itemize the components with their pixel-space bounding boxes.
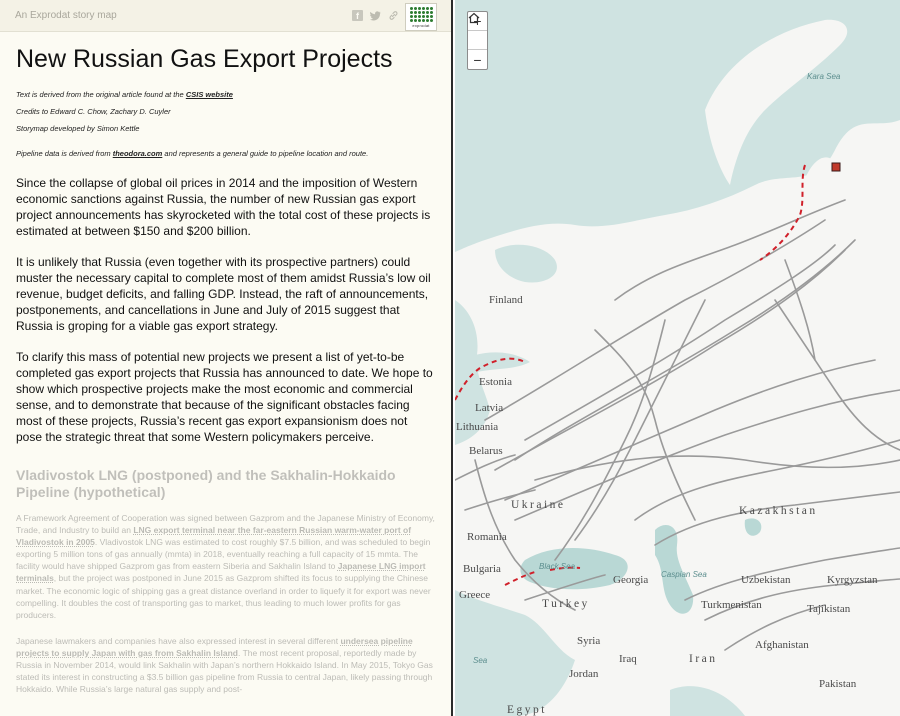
facebook-icon[interactable]: f <box>352 10 363 21</box>
exprodat-logo[interactable]: exprodat <box>405 3 437 31</box>
csis-link[interactable]: CSIS website <box>186 90 233 99</box>
map-view[interactable]: + − Kara Sea Finland Estonia Latvia Lith… <box>455 0 900 716</box>
label-georgia: Georgia <box>613 574 649 586</box>
theodora-link[interactable]: theodora.com <box>113 149 163 158</box>
label-tajikistan: Tajikistan <box>807 603 851 615</box>
label-caspian-sea: Caspian Sea <box>661 570 707 579</box>
logo-dot-grid <box>409 6 433 22</box>
story-header: An Exprodat story map f exprodat <box>0 0 451 32</box>
label-kara-sea: Kara Sea <box>807 72 841 81</box>
label-uzbekistan: Uzbekistan <box>741 574 791 586</box>
section-paragraph-2: Japanese lawmakers and companies have al… <box>16 635 436 695</box>
zoom-control: + − <box>467 11 488 70</box>
label-pakistan: Pakistan <box>819 678 857 690</box>
label-egypt: Egypt <box>507 704 547 716</box>
label-black-sea: Black Sea <box>539 562 576 571</box>
label-sea: Sea <box>473 656 488 665</box>
story-panel: An Exprodat story map f exprodat New Rus… <box>0 0 453 716</box>
label-romania: Romania <box>467 531 507 543</box>
label-kyrgyzstan: Kyrgyzstan <box>827 574 878 586</box>
label-estonia: Estonia <box>479 376 512 388</box>
pipeline-note-suffix: and represents a general guide to pipeli… <box>162 149 369 158</box>
label-ukraine: Ukraine <box>511 499 566 511</box>
logo-wordmark: exprodat <box>412 22 430 28</box>
label-jordan: Jordan <box>569 668 599 680</box>
zoom-out-button[interactable]: − <box>468 50 487 69</box>
section-p1-text-c: , but the project was postponed in June … <box>16 573 431 620</box>
label-bulgaria: Bulgaria <box>463 563 501 575</box>
gas-field-marker <box>831 162 841 172</box>
story-content: New Russian Gas Export Projects Text is … <box>0 32 451 695</box>
white-sea <box>495 244 557 283</box>
section-paragraph-1: A Framework Agreement of Cooperation was… <box>16 512 436 621</box>
twitter-icon[interactable] <box>370 10 381 21</box>
paragraph-2: It is unlikely that Russia (even togethe… <box>16 255 431 333</box>
label-belarus: Belarus <box>469 445 503 457</box>
label-turkmenistan: Turkmenistan <box>701 599 762 611</box>
home-button[interactable] <box>468 12 487 50</box>
label-finland: Finland <box>489 294 523 306</box>
pipeline-note-prefix: Pipeline data is derived from <box>16 149 113 158</box>
paragraph-3: To clarify this mass of potential new pr… <box>16 350 433 444</box>
aral-sea <box>744 518 762 536</box>
developer-line: Storymap developed by Simon Kettle <box>16 124 140 133</box>
next-section: Vladivostok LNG (postponed) and the Sakh… <box>16 467 436 695</box>
paragraph-1: Since the collapse of global oil prices … <box>16 176 431 238</box>
credits-block: Text is derived from the original articl… <box>16 86 436 137</box>
home-icon <box>468 12 480 24</box>
page-title: New Russian Gas Export Projects <box>16 45 393 73</box>
persian-gulf <box>670 686 745 716</box>
link-icon[interactable] <box>388 10 399 21</box>
label-syria: Syria <box>577 635 601 647</box>
section-title: Vladivostok LNG (postponed) and the Sakh… <box>16 467 396 500</box>
gulf-of-finland <box>475 352 530 372</box>
source-line: Text is derived from the original articl… <box>16 86 436 103</box>
label-greece: Greece <box>459 589 491 601</box>
section-p2-text-a: Japanese lawmakers and companies have al… <box>16 635 341 646</box>
label-afghanistan: Afghanistan <box>755 639 809 651</box>
pipeline-note: Pipeline data is derived from theodora.c… <box>16 149 436 158</box>
share-bar: f <box>352 10 399 21</box>
brand-text: An Exprodat story map <box>15 10 117 21</box>
label-kazakhstan: Kazakhstan <box>739 505 818 517</box>
label-iran: Iran <box>689 653 718 665</box>
label-iraq: Iraq <box>619 653 637 665</box>
credits-line: Credits to Edward C. Chow, Zachary D. Cu… <box>16 107 171 116</box>
label-turkey: Turkey <box>542 598 590 610</box>
label-lithuania: Lithuania <box>456 421 499 433</box>
source-prefix: Text is derived from the original articl… <box>16 90 186 99</box>
label-latvia: Latvia <box>475 402 504 414</box>
